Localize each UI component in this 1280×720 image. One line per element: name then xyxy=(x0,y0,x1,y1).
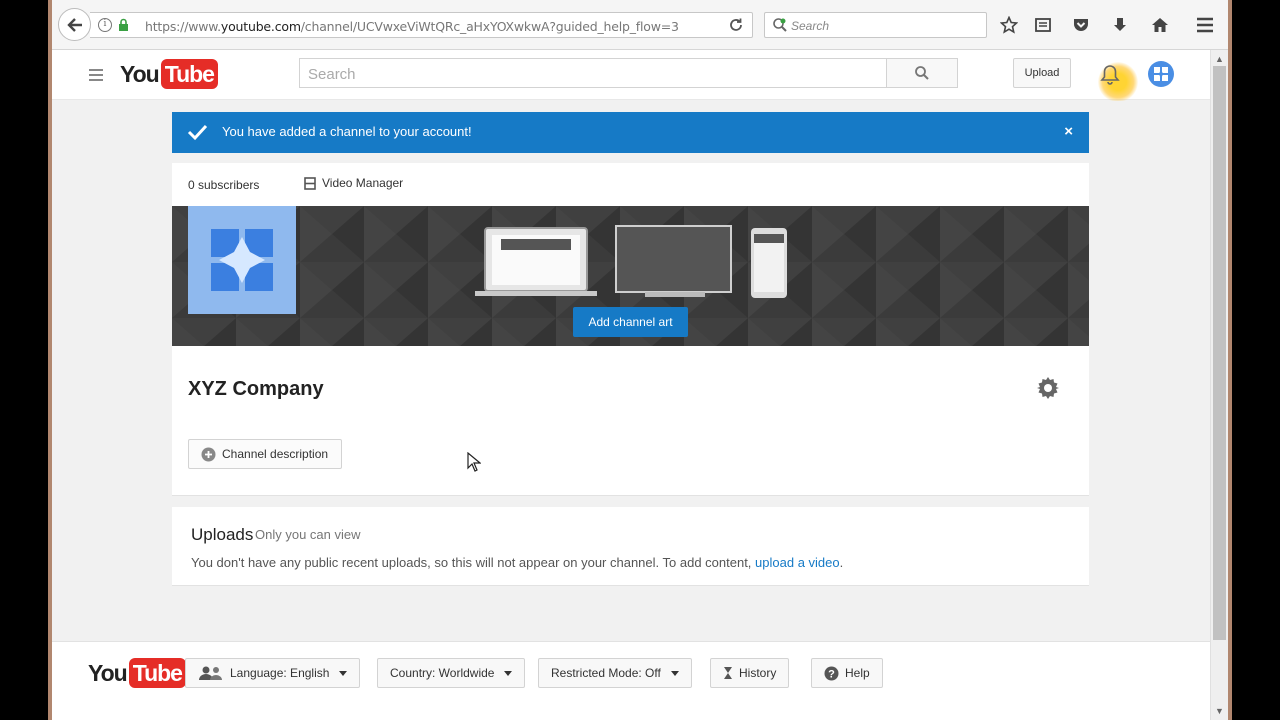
country-label: Country: Worldwide xyxy=(390,666,495,680)
search-icon xyxy=(915,66,929,80)
account-avatar[interactable] xyxy=(1148,61,1174,87)
reading-list-icon[interactable] xyxy=(1032,14,1054,36)
logo-tube-text: Tube xyxy=(160,59,218,89)
footer-logo-tube-text: Tube xyxy=(128,658,186,688)
alert-message: You have added a channel to your account… xyxy=(222,124,472,139)
url-text[interactable]: https://www.youtube.com/channel/UCVwxeVi… xyxy=(145,19,679,34)
uploads-section: Uploads Only you can view You don't have… xyxy=(172,507,1089,586)
address-bar[interactable]: i https://www.youtube.com/channel/UCVwxe… xyxy=(90,12,753,38)
channel-banner: Add channel art xyxy=(172,206,1089,346)
uploads-visibility: Only you can view xyxy=(255,527,361,542)
download-icon[interactable] xyxy=(1109,14,1131,36)
video-manager-link[interactable]: Video Manager xyxy=(304,176,403,190)
mouse-cursor xyxy=(467,451,482,475)
browser-window: i https://www.youtube.com/channel/UCVwxe… xyxy=(52,0,1228,720)
language-picker[interactable]: Language: English xyxy=(185,658,361,688)
vertical-scrollbar[interactable]: ▲ ▼ xyxy=(1210,50,1228,720)
notifications-bell-icon[interactable] xyxy=(1100,64,1120,89)
checkmark-icon xyxy=(186,123,208,144)
channel-logo-icon xyxy=(1154,67,1168,81)
uploads-title: Uploads xyxy=(191,525,254,544)
chevron-down-icon xyxy=(504,670,513,676)
chevron-down-icon xyxy=(339,670,348,676)
chevron-down-icon xyxy=(670,670,679,676)
history-button[interactable]: History xyxy=(710,658,790,688)
language-label: Language: English xyxy=(230,666,330,680)
youtube-logo[interactable]: You Tube xyxy=(120,59,218,89)
upload-button[interactable]: Upload xyxy=(1013,58,1071,88)
scrollbar-thumb[interactable] xyxy=(1213,66,1226,640)
footer-logo-you-text: You xyxy=(88,659,128,686)
add-circle-icon xyxy=(201,447,216,461)
channel-description-label: Channel description xyxy=(222,447,329,461)
uploads-info: You don't have any public recent uploads… xyxy=(191,555,843,570)
country-picker[interactable]: Country: Worldwide xyxy=(377,658,526,688)
video-manager-label: Video Manager xyxy=(322,176,404,190)
help-button[interactable]: ? Help xyxy=(811,658,883,688)
info-icon[interactable]: i xyxy=(98,18,112,32)
youtube-search-input[interactable]: Search xyxy=(299,58,887,88)
help-icon: ? xyxy=(824,666,839,680)
gear-icon[interactable] xyxy=(1036,376,1060,403)
channel-page: You have added a channel to your account… xyxy=(52,101,1210,641)
search-engine-icon xyxy=(772,17,788,36)
footer-youtube-logo[interactable]: You Tube xyxy=(88,658,186,688)
success-alert: You have added a channel to your account… xyxy=(172,112,1089,153)
channel-description-button[interactable]: Channel description xyxy=(188,439,342,469)
restricted-mode-picker[interactable]: Restricted Mode: Off xyxy=(538,658,692,688)
hourglass-icon xyxy=(724,667,732,679)
youtube-header: You Tube Search Upload xyxy=(52,50,1210,102)
channel-logo-icon xyxy=(211,229,273,291)
pocket-icon[interactable] xyxy=(1070,14,1092,36)
restricted-mode-label: Restricted Mode: Off xyxy=(551,666,661,680)
channel-header-card: XYZ Company Channel description xyxy=(172,346,1089,496)
scroll-up-icon[interactable]: ▲ xyxy=(1215,54,1224,64)
video-manager-icon xyxy=(304,176,316,190)
home-icon[interactable] xyxy=(1149,14,1171,36)
scroll-down-icon[interactable]: ▼ xyxy=(1215,706,1224,716)
reload-icon[interactable] xyxy=(728,17,744,36)
svg-text:?: ? xyxy=(828,668,835,680)
uploads-info-text: You don't have any public recent uploads… xyxy=(191,555,756,570)
language-icon xyxy=(199,666,222,680)
upload-video-link[interactable]: upload a video xyxy=(755,555,840,570)
lock-icon xyxy=(118,18,129,35)
back-arrow-icon xyxy=(66,17,82,32)
add-channel-art-button[interactable]: Add channel art xyxy=(573,307,688,337)
subscriber-count: 0 subscribers xyxy=(188,178,260,192)
guide-menu-icon[interactable] xyxy=(88,68,104,85)
channel-avatar[interactable] xyxy=(188,206,296,314)
youtube-footer: You Tube Language: English Country: Worl… xyxy=(52,641,1210,720)
help-label: Help xyxy=(845,666,870,680)
bookmark-star-icon[interactable] xyxy=(998,14,1020,36)
uploads-info-end: . xyxy=(839,555,844,570)
youtube-search-placeholder: Search xyxy=(308,66,356,83)
channel-info-bar: 0 subscribers Video Manager xyxy=(172,163,1089,206)
channel-name: XYZ Company xyxy=(188,378,324,400)
browser-search-placeholder: Search xyxy=(791,19,830,33)
logo-you-text: You xyxy=(120,60,160,87)
menu-icon[interactable] xyxy=(1194,14,1216,36)
browser-search-field[interactable]: Search xyxy=(764,12,987,38)
browser-toolbar: i https://www.youtube.com/channel/UCVwxe… xyxy=(52,0,1228,50)
youtube-search-button[interactable] xyxy=(886,58,958,88)
history-label: History xyxy=(739,666,777,680)
alert-close-button[interactable]: × xyxy=(1064,123,1073,140)
back-button[interactable] xyxy=(58,8,91,41)
